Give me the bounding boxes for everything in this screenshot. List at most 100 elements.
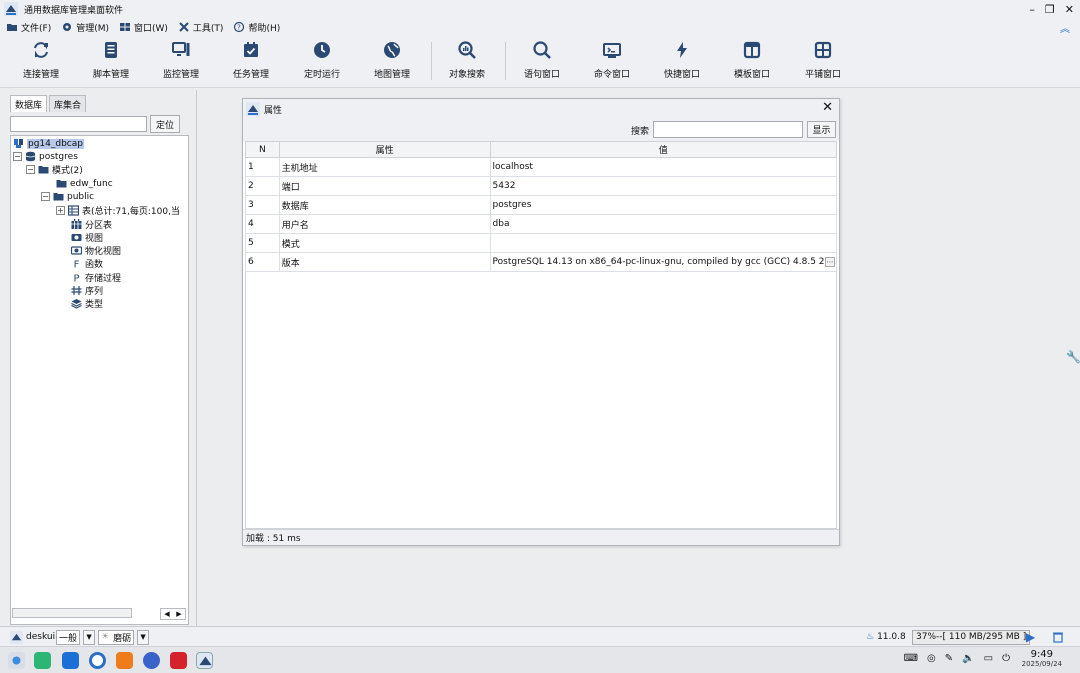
pen-icon[interactable]: ✎ [945, 653, 953, 664]
table-row[interactable]: 3 数据库 postgres [245, 195, 838, 215]
tree-node-schema-edw-func[interactable]: edw_func [56, 177, 113, 190]
tree-node-tables[interactable]: + 表(总计:71,每页:100,当 [56, 204, 180, 217]
app-store-icon[interactable] [62, 652, 79, 669]
settings-icon[interactable] [143, 652, 160, 669]
tool-statement-window[interactable]: 语句窗口 [507, 40, 577, 80]
tool-monitor-manage[interactable]: 监控管理 [146, 40, 216, 80]
volume-icon[interactable]: 🔈 [962, 653, 974, 664]
column-header-value[interactable]: 值 [489, 141, 838, 158]
db-app-icon[interactable] [196, 652, 213, 669]
wrench-icon[interactable]: 🔧 [1066, 350, 1080, 364]
minimize-button[interactable]: – [1029, 3, 1035, 16]
trash-button[interactable] [1052, 629, 1064, 645]
keyboard-icon[interactable]: ⌨ [904, 653, 918, 664]
tree-node-procedures[interactable]: P 存储过程 [71, 271, 121, 285]
database-icon [25, 151, 36, 162]
tree-node-schemas[interactable]: − 模式(2) [26, 163, 83, 176]
tab-db-collection[interactable]: 库集合 [49, 95, 87, 112]
panel-divider[interactable] [196, 90, 197, 626]
tool-script-manage[interactable]: 脚本管理 [76, 40, 146, 80]
function-icon: F [71, 258, 82, 270]
search-icon [533, 41, 551, 59]
column-header-n[interactable]: N [245, 141, 280, 158]
file-manager-icon[interactable] [34, 652, 51, 669]
tool-task-manage[interactable]: 任务管理 [216, 40, 286, 80]
theme-select[interactable]: ☀ 磨砺 ▼ [98, 629, 150, 645]
dialog-close-button[interactable]: ✕ [822, 100, 833, 115]
network-icon[interactable]: ◎ [927, 653, 936, 664]
menu-help[interactable]: ? 帮助(H) [233, 21, 280, 34]
tree-node-partition-tables[interactable]: 分区表 [71, 218, 112, 231]
scroll-right-icon[interactable]: ▶ [176, 610, 181, 618]
show-button[interactable]: 显示 [807, 121, 836, 138]
menu-tools[interactable]: 工具(T) [178, 21, 223, 34]
tools-icon [179, 22, 189, 32]
terminal-app-icon[interactable] [170, 652, 187, 669]
dialog-status: 加载 : 51 ms [243, 529, 839, 545]
restore-button[interactable]: ❐ [1045, 3, 1055, 16]
collapse-icon[interactable]: − [13, 152, 22, 161]
battery-icon[interactable]: ▭ [984, 653, 993, 664]
tree-node-types[interactable]: 类型 [71, 297, 103, 310]
tree-node-views[interactable]: 视图 [71, 231, 103, 244]
locate-input[interactable] [10, 116, 147, 132]
tool-tile-window[interactable]: 平铺窗口 [788, 40, 858, 80]
tool-connection-manage[interactable]: 连接管理 [6, 40, 76, 80]
folder-icon [7, 24, 17, 31]
office-icon[interactable] [116, 652, 133, 669]
app-logo-icon [4, 2, 18, 16]
system-tray: ⌨ ◎ ✎ 🔈 ▭ ⏻ [904, 653, 1010, 664]
tool-quick-window[interactable]: 快捷窗口 [647, 40, 717, 80]
tab-database[interactable]: 数据库 [10, 95, 48, 112]
collapse-icon[interactable]: − [41, 192, 50, 201]
power-icon[interactable]: ⏻ [1002, 653, 1010, 664]
partition-table-icon [71, 219, 82, 230]
trash-icon [1053, 632, 1063, 643]
search-input[interactable] [653, 121, 803, 138]
user-indicator[interactable]: deskui [10, 629, 55, 645]
tree-node-database[interactable]: − postgres [13, 150, 78, 163]
mode-select[interactable]: 一般 ▼ [56, 629, 96, 645]
tree-node-sequences[interactable]: 序列 [71, 284, 103, 297]
launcher-icon[interactable] [8, 652, 25, 669]
database-panel: 数据库 库集合 定位 pg14_dbcap − postgres − 模式(2)… [8, 93, 195, 625]
expand-value-icon[interactable]: ⋯ [825, 257, 835, 267]
menu-window[interactable]: 窗口(W) [119, 21, 168, 34]
table-row[interactable]: 2 端口 5432 [245, 176, 838, 196]
tree-node-connection[interactable]: pg14_dbcap [13, 137, 84, 150]
browser-icon[interactable] [89, 652, 106, 669]
memory-indicator[interactable]: 37%--[ 110 MB/295 MB ] [912, 629, 1031, 645]
clock[interactable]: 9:49 2025/09/24 [1022, 649, 1062, 668]
tree-node-functions[interactable]: F 函数 [71, 257, 103, 271]
menu-manage[interactable]: 管理(M) [61, 21, 109, 34]
table-row[interactable]: 4 用户名 dba [245, 214, 838, 234]
table-row[interactable]: 1 主机地址 localhost [245, 157, 838, 177]
table-row[interactable]: 5 模式 [245, 233, 838, 253]
tool-object-search[interactable]: 对象搜索 [432, 40, 502, 80]
script-icon [105, 42, 117, 58]
tool-scheduled-run[interactable]: 定时运行 [287, 40, 357, 80]
expand-icon[interactable]: + [56, 206, 65, 215]
clock-date: 2025/09/24 [1021, 660, 1062, 668]
tool-command-window[interactable]: 命令窗口 [577, 40, 647, 80]
scroll-arrows[interactable]: ◀ ▶ [160, 608, 186, 620]
table-row[interactable]: 6 版本 PostgreSQL 14.13 on x86_64-pc-linux… [245, 252, 838, 272]
tree-horizontal-scrollbar[interactable] [12, 608, 132, 618]
chevron-down-icon[interactable]: ▼ [83, 629, 96, 645]
scroll-left-icon[interactable]: ◀ [164, 610, 169, 618]
menu-file[interactable]: 文件(F) [6, 21, 51, 34]
properties-dialog: 属性 ✕ 搜索 显示 N 属性 值 1 主机地址 localhost 2 端口 … [242, 98, 840, 546]
clock-icon [314, 42, 330, 58]
close-button[interactable]: ✕ [1065, 3, 1074, 16]
tree-node-materialized-views[interactable]: 物化视图 [71, 244, 121, 257]
chevron-down-icon[interactable]: ▼ [137, 629, 150, 645]
collapse-icon[interactable]: − [26, 165, 35, 174]
tree-node-schema-public[interactable]: − public [41, 190, 94, 203]
tool-template-window[interactable]: 模板窗口 [717, 40, 787, 80]
tool-map-manage[interactable]: 地图管理 [357, 40, 427, 80]
column-header-property[interactable]: 属性 [278, 141, 491, 158]
locate-button[interactable]: 定位 [150, 115, 180, 133]
sun-icon: ☀ [101, 632, 110, 642]
run-gc-button[interactable]: ▶ [1026, 629, 1035, 645]
collapse-toolbar-icon[interactable]: ︽ [1060, 20, 1070, 35]
